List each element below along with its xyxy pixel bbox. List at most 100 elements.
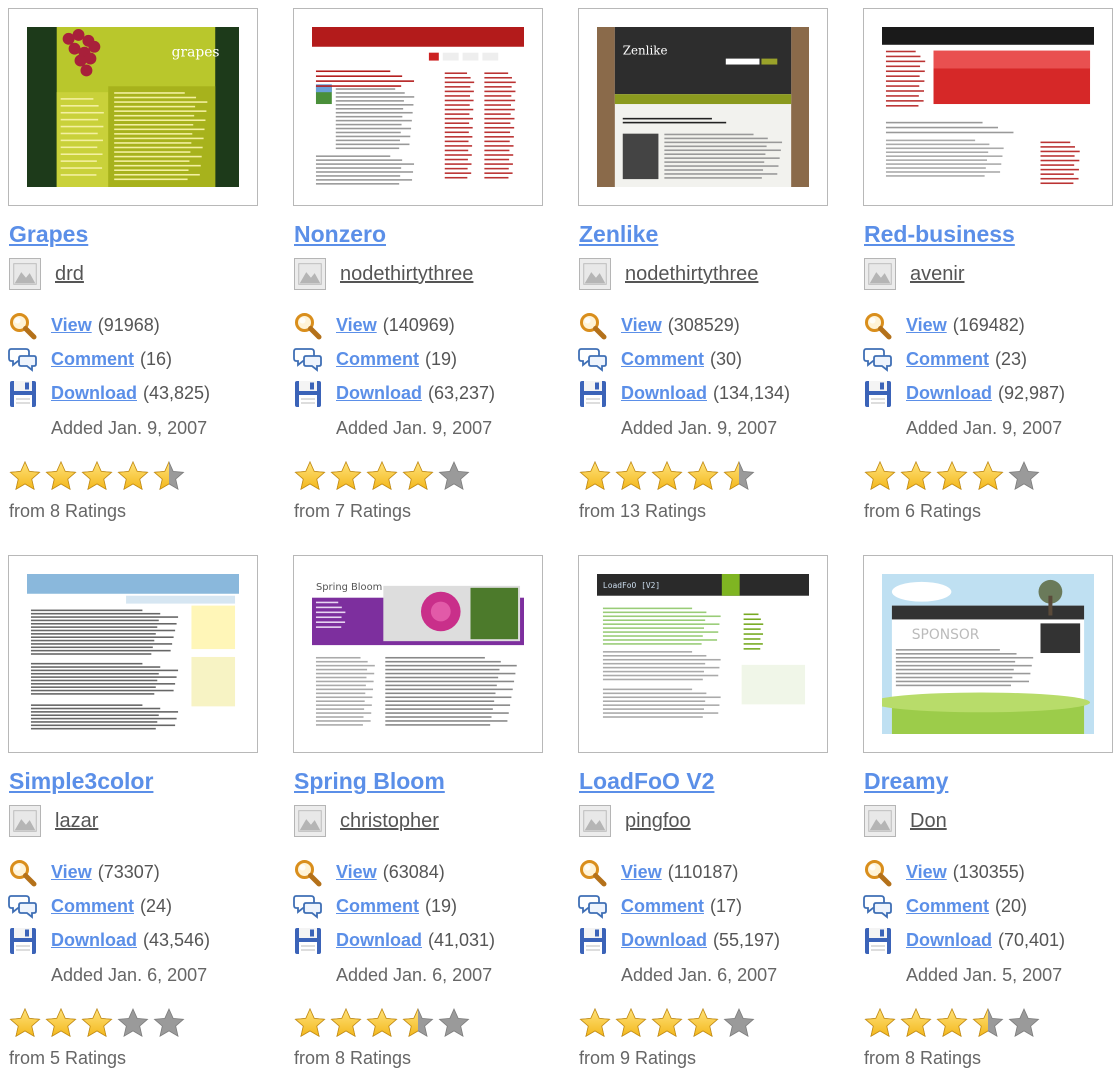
author-link[interactable]: christopher <box>340 810 439 833</box>
star-icon[interactable] <box>153 1007 185 1039</box>
download-link[interactable]: Download (70,401) <box>906 930 1065 951</box>
author-link[interactable]: lazar <box>55 810 98 833</box>
download-link[interactable]: Download (43,546) <box>51 930 210 951</box>
star-rating[interactable] <box>294 460 484 494</box>
star-rating[interactable] <box>864 460 1054 494</box>
star-icon[interactable] <box>972 460 1004 492</box>
download-link[interactable]: Download (43,825) <box>51 383 210 404</box>
template-card: LoadFoO [V2] LoadFoO V2 pingfoo View (110… <box>570 547 845 1068</box>
star-icon[interactable] <box>723 1007 755 1039</box>
star-icon[interactable] <box>723 460 755 492</box>
template-thumbnail[interactable]: grapes <box>8 8 258 206</box>
star-icon[interactable] <box>294 460 326 492</box>
comment-link[interactable]: Comment (16) <box>51 349 172 370</box>
star-icon[interactable] <box>687 460 719 492</box>
download-link[interactable]: Download (92,987) <box>906 383 1065 404</box>
star-icon[interactable] <box>153 460 185 492</box>
star-icon[interactable] <box>936 1007 968 1039</box>
star-icon[interactable] <box>402 1007 434 1039</box>
view-link[interactable]: View (140969) <box>336 315 455 336</box>
star-icon[interactable] <box>438 1007 470 1039</box>
download-link[interactable]: Download (134,134) <box>621 383 790 404</box>
author-row: pingfoo <box>579 805 839 839</box>
star-rating[interactable] <box>9 460 199 494</box>
author-link[interactable]: nodethirtythree <box>625 263 758 286</box>
template-thumbnail[interactable]: SPONSOR <box>863 555 1113 753</box>
comment-link[interactable]: Comment (24) <box>51 896 172 917</box>
view-link[interactable]: View (110187) <box>621 862 738 883</box>
star-rating[interactable] <box>294 1007 484 1041</box>
star-icon[interactable] <box>366 460 398 492</box>
star-icon[interactable] <box>1008 1007 1040 1039</box>
template-title-link[interactable]: Dreamy <box>864 768 948 795</box>
author-link[interactable]: avenir <box>910 263 964 286</box>
comment-link[interactable]: Comment (17) <box>621 896 742 917</box>
star-rating[interactable] <box>579 460 769 494</box>
comment-link[interactable]: Comment (23) <box>906 349 1027 370</box>
view-link[interactable]: View (130355) <box>906 862 1025 883</box>
template-title-link[interactable]: Red-business <box>864 221 1015 248</box>
star-icon[interactable] <box>330 1007 362 1039</box>
author-link[interactable]: pingfoo <box>625 810 691 833</box>
star-icon[interactable] <box>579 460 611 492</box>
star-icon[interactable] <box>9 460 41 492</box>
star-icon[interactable] <box>936 460 968 492</box>
view-link[interactable]: View (73307) <box>51 862 160 883</box>
star-icon[interactable] <box>45 460 77 492</box>
star-icon[interactable] <box>1008 460 1040 492</box>
template-thumbnail[interactable] <box>293 8 543 206</box>
template-title-link[interactable]: LoadFoO V2 <box>579 768 714 795</box>
view-link[interactable]: View (91968) <box>51 315 160 336</box>
star-rating[interactable] <box>579 1007 769 1041</box>
template-thumbnail[interactable]: Spring Bloom <box>293 555 543 753</box>
star-icon[interactable] <box>45 1007 77 1039</box>
comment-link[interactable]: Comment (20) <box>906 896 1027 917</box>
star-icon[interactable] <box>402 460 434 492</box>
star-icon[interactable] <box>117 1007 149 1039</box>
magnifier-icon <box>578 311 608 341</box>
template-title-link[interactable]: Spring Bloom <box>294 768 445 795</box>
star-icon[interactable] <box>81 460 113 492</box>
template-thumbnail[interactable] <box>863 8 1113 206</box>
star-icon[interactable] <box>9 1007 41 1039</box>
template-thumbnail[interactable] <box>8 555 258 753</box>
star-rating[interactable] <box>864 1007 1054 1041</box>
star-icon[interactable] <box>864 460 896 492</box>
star-icon[interactable] <box>651 460 683 492</box>
star-icon[interactable] <box>579 1007 611 1039</box>
star-rating[interactable] <box>9 1007 199 1041</box>
star-icon[interactable] <box>330 460 362 492</box>
star-icon[interactable] <box>687 1007 719 1039</box>
star-icon[interactable] <box>438 460 470 492</box>
star-icon[interactable] <box>900 1007 932 1039</box>
comment-link[interactable]: Comment (30) <box>621 349 742 370</box>
template-title-link[interactable]: Grapes <box>9 221 88 248</box>
star-icon[interactable] <box>81 1007 113 1039</box>
author-link[interactable]: nodethirtythree <box>340 263 473 286</box>
star-icon[interactable] <box>864 1007 896 1039</box>
author-link[interactable]: drd <box>55 263 84 286</box>
star-icon[interactable] <box>615 460 647 492</box>
comment-link[interactable]: Comment (19) <box>336 896 457 917</box>
user-placeholder-icon <box>294 258 326 290</box>
download-link[interactable]: Download (55,197) <box>621 930 780 951</box>
template-thumbnail[interactable]: LoadFoO [V2] <box>578 555 828 753</box>
star-icon[interactable] <box>651 1007 683 1039</box>
star-icon[interactable] <box>900 460 932 492</box>
star-icon[interactable] <box>117 460 149 492</box>
star-icon[interactable] <box>615 1007 647 1039</box>
view-link[interactable]: View (63084) <box>336 862 445 883</box>
template-title-link[interactable]: Zenlike <box>579 221 658 248</box>
comment-link[interactable]: Comment (19) <box>336 349 457 370</box>
star-icon[interactable] <box>972 1007 1004 1039</box>
star-icon[interactable] <box>294 1007 326 1039</box>
author-link[interactable]: Don <box>910 810 947 833</box>
template-thumbnail[interactable]: Zenlike <box>578 8 828 206</box>
view-link[interactable]: View (169482) <box>906 315 1025 336</box>
download-link[interactable]: Download (41,031) <box>336 930 495 951</box>
download-link[interactable]: Download (63,237) <box>336 383 495 404</box>
view-link[interactable]: View (308529) <box>621 315 740 336</box>
template-title-link[interactable]: Simple3color <box>9 768 153 795</box>
star-icon[interactable] <box>366 1007 398 1039</box>
template-title-link[interactable]: Nonzero <box>294 221 386 248</box>
